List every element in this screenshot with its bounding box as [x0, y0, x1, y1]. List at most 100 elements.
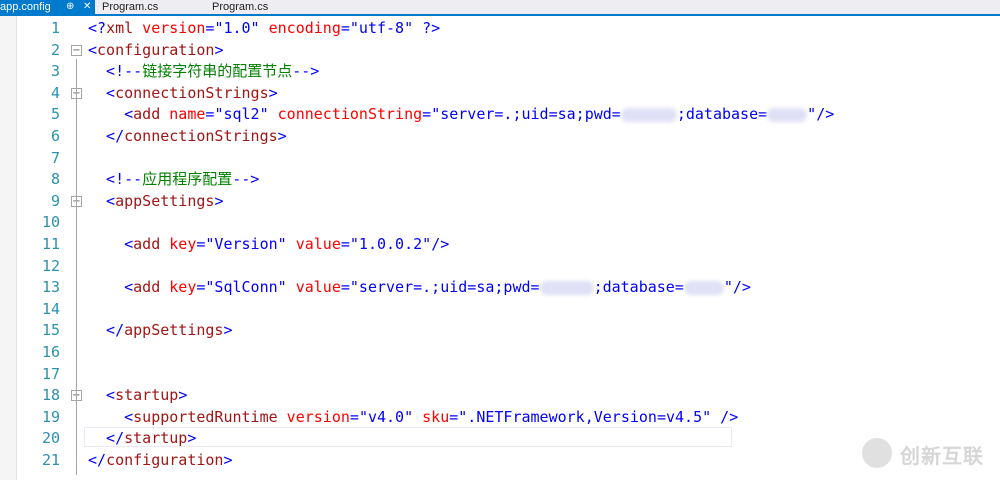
code-text: </appSettings>	[88, 320, 233, 342]
line-number: 3	[50, 62, 60, 81]
tab-program-cs-1[interactable]: Program.cs	[96, 0, 196, 14]
code-text: <add key="SqlConn" value="server=.;uid=s…	[88, 277, 751, 299]
redacted-value	[539, 280, 594, 295]
code-token: ;database=	[676, 105, 768, 124]
code-token: =	[422, 105, 432, 124]
code-token: name	[160, 105, 206, 124]
line-number: 19	[41, 407, 60, 426]
code-token: value	[286, 278, 341, 297]
code-token: <	[88, 191, 116, 210]
code-text: </connectionStrings>	[88, 126, 287, 148]
code-token: >	[178, 386, 188, 405]
code-text: <appSettings>	[88, 191, 223, 213]
code-token: <	[88, 386, 116, 405]
line-number: 17	[41, 364, 60, 383]
watermark-logo: 创新互联	[862, 436, 992, 468]
tab-label: Program.cs	[212, 1, 269, 13]
code-token: "sql2"	[214, 105, 269, 124]
code-line[interactable]: 7	[0, 148, 1000, 170]
code-token: -->	[232, 170, 260, 189]
code-text: <!--应用程序配置-->	[88, 169, 259, 191]
code-token: >	[277, 127, 287, 145]
code-token: <	[88, 105, 134, 124]
tab-app-config[interactable]: app.config ⊕ ✕	[0, 0, 95, 14]
document-tab-strip: app.config ⊕ ✕ Program.cs Program.cs	[0, 0, 1000, 16]
code-text: <supportedRuntime version="v4.0" sku=".N…	[88, 407, 738, 429]
code-token: connectionStrings	[115, 83, 269, 102]
code-token: supportedRuntime	[133, 407, 278, 426]
redacted-value	[767, 107, 808, 122]
code-line[interactable]: 8 <!--应用程序配置-->	[0, 169, 1000, 191]
code-line[interactable]: 19 <supportedRuntime version="v4.0" sku=…	[0, 407, 1000, 429]
current-line-highlight	[84, 427, 732, 447]
code-token: />	[711, 407, 739, 426]
code-line[interactable]: 13 <add key="SqlConn" value="server=.;ui…	[0, 277, 1000, 299]
code-line[interactable]: 21 </configuration>	[0, 450, 1000, 472]
code-token: >	[223, 321, 233, 340]
code-line[interactable]: 1 <?xml version="1.0" encoding="utf-8" ?>	[0, 18, 1000, 40]
code-token: <	[88, 407, 134, 426]
code-line[interactable]: 9− <appSettings>	[0, 191, 1000, 213]
code-line[interactable]: 15 </appSettings>	[0, 320, 1000, 342]
close-icon[interactable]: ✕	[83, 0, 91, 14]
code-token: "server=.;uid=sa;pwd=	[431, 105, 621, 124]
line-number: 5	[50, 105, 60, 124]
code-token: "v4.0"	[358, 407, 414, 426]
line-number: 4	[50, 83, 60, 102]
code-token: "	[807, 105, 817, 124]
code-token: >	[223, 451, 233, 469]
code-line[interactable]: 5 <add name="sql2" connectionString="ser…	[0, 104, 1000, 126]
code-token: <	[88, 278, 134, 297]
code-line[interactable]: 3 <!--链接字符串的配置节点-->	[0, 61, 1000, 83]
code-token: ".NETFramework,Version=v4.5"	[458, 407, 712, 426]
code-token: encoding	[259, 19, 341, 37]
redacted-value	[620, 107, 677, 122]
code-line[interactable]: 10	[0, 212, 1000, 234]
code-token: startup	[115, 386, 179, 405]
code-editor[interactable]: 1 <?xml version="1.0" encoding="utf-8" ?>…	[0, 16, 1000, 480]
code-token: =	[340, 19, 350, 37]
watermark-text: 创新互联	[900, 444, 984, 468]
code-line[interactable]: 2− <configuration>	[0, 40, 1000, 62]
code-token: />	[431, 235, 450, 253]
code-token: appSettings	[124, 321, 224, 340]
collapse-icon[interactable]: −	[71, 44, 82, 56]
code-text: <connectionStrings>	[88, 83, 278, 105]
code-token: <	[88, 83, 116, 102]
tab-label: app.config	[0, 1, 51, 13]
logo-icon	[862, 438, 892, 468]
code-text: <add name="sql2" connectionString="serve…	[88, 104, 834, 126]
code-line[interactable]: 12	[0, 256, 1000, 278]
line-number: 20	[41, 429, 60, 448]
line-number: 2	[50, 40, 60, 59]
tab-program-cs-2[interactable]: Program.cs	[204, 0, 304, 14]
code-line[interactable]: 16	[0, 342, 1000, 364]
code-token: add	[133, 235, 161, 253]
code-token: >	[214, 191, 224, 210]
code-line[interactable]: 6 </connectionStrings>	[0, 126, 1000, 148]
code-token: value	[286, 235, 341, 253]
line-number: 18	[41, 386, 60, 405]
code-token: xml	[106, 19, 134, 37]
code-token: <!--	[88, 170, 143, 189]
code-line[interactable]: 17	[0, 364, 1000, 386]
code-line[interactable]: 4− <connectionStrings>	[0, 83, 1000, 105]
code-token: >	[214, 40, 224, 59]
code-token: </	[88, 451, 107, 469]
line-number: 1	[50, 19, 60, 37]
code-token: <	[88, 40, 98, 59]
code-token: =	[349, 407, 359, 426]
code-line[interactable]: 11 <add key="Version" value="1.0.0.2"/>	[0, 234, 1000, 256]
code-text: <startup>	[88, 385, 187, 407]
code-token: connectionString	[268, 105, 423, 124]
line-number: 8	[50, 170, 60, 189]
code-line[interactable]: 14	[0, 299, 1000, 321]
code-token: =	[340, 235, 350, 253]
line-number: 11	[41, 235, 60, 253]
code-line[interactable]: 18− <startup>	[0, 385, 1000, 407]
pin-icon[interactable]: ⊕	[66, 0, 74, 14]
code-token: <	[88, 235, 134, 253]
code-token: <!--	[88, 62, 143, 81]
code-token: version	[133, 19, 206, 37]
code-token: </	[88, 127, 125, 145]
